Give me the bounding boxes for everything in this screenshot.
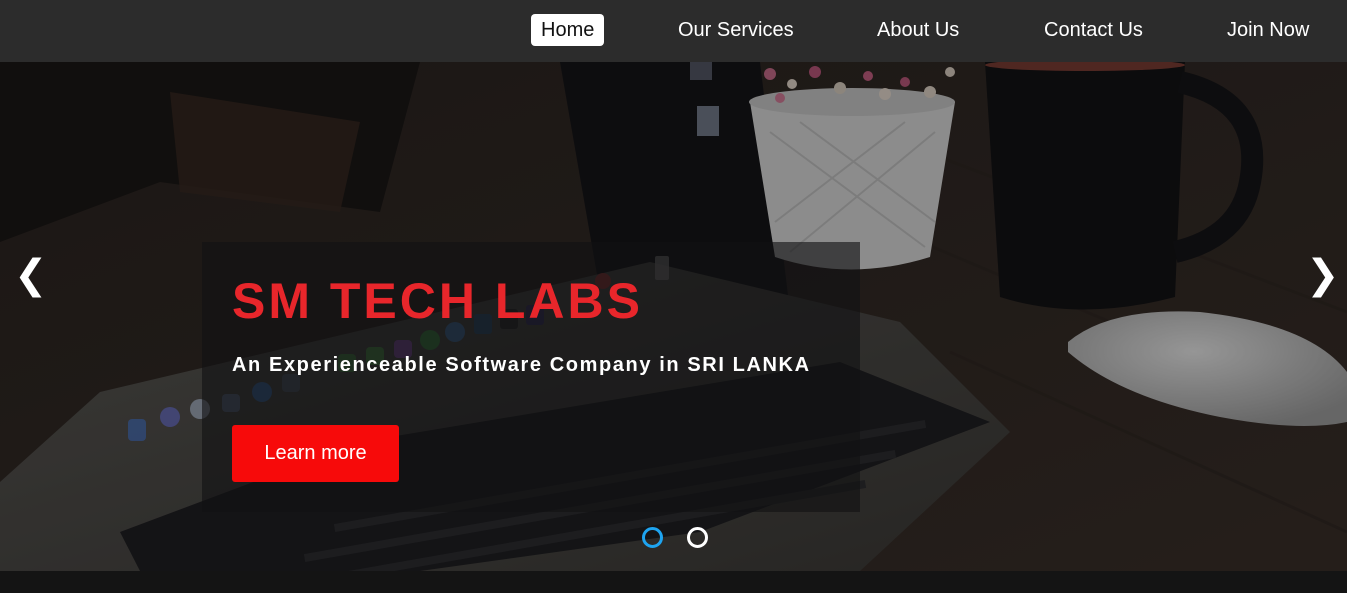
nav-join-now[interactable]: Join Now <box>1227 14 1309 46</box>
nav-home[interactable]: Home <box>531 14 605 46</box>
nav-contact-us[interactable]: Contact Us <box>1044 14 1143 46</box>
nav-about-us[interactable]: About Us <box>877 14 959 46</box>
hero-slideshow: SM TECH LABS An Experienceable Software … <box>0 62 1347 571</box>
top-navbar: Home Our Services About Us Contact Us Jo… <box>0 0 1347 62</box>
learn-more-button[interactable]: Learn more <box>232 425 399 482</box>
hero-subtitle: An Experienceable Software Company in SR… <box>232 354 811 376</box>
hero-caption: SM TECH LABS An Experienceable Software … <box>202 242 860 512</box>
page-bottom-strip <box>0 571 1347 593</box>
slide-indicator-1[interactable] <box>642 527 663 548</box>
nav-our-services[interactable]: Our Services <box>678 14 794 46</box>
next-slide-arrow-icon[interactable]: ❯ <box>1306 250 1340 300</box>
previous-slide-arrow-icon[interactable]: ❮ <box>14 250 48 300</box>
hero-title: SM TECH LABS <box>232 273 643 329</box>
slide-indicator-2[interactable] <box>687 527 708 548</box>
